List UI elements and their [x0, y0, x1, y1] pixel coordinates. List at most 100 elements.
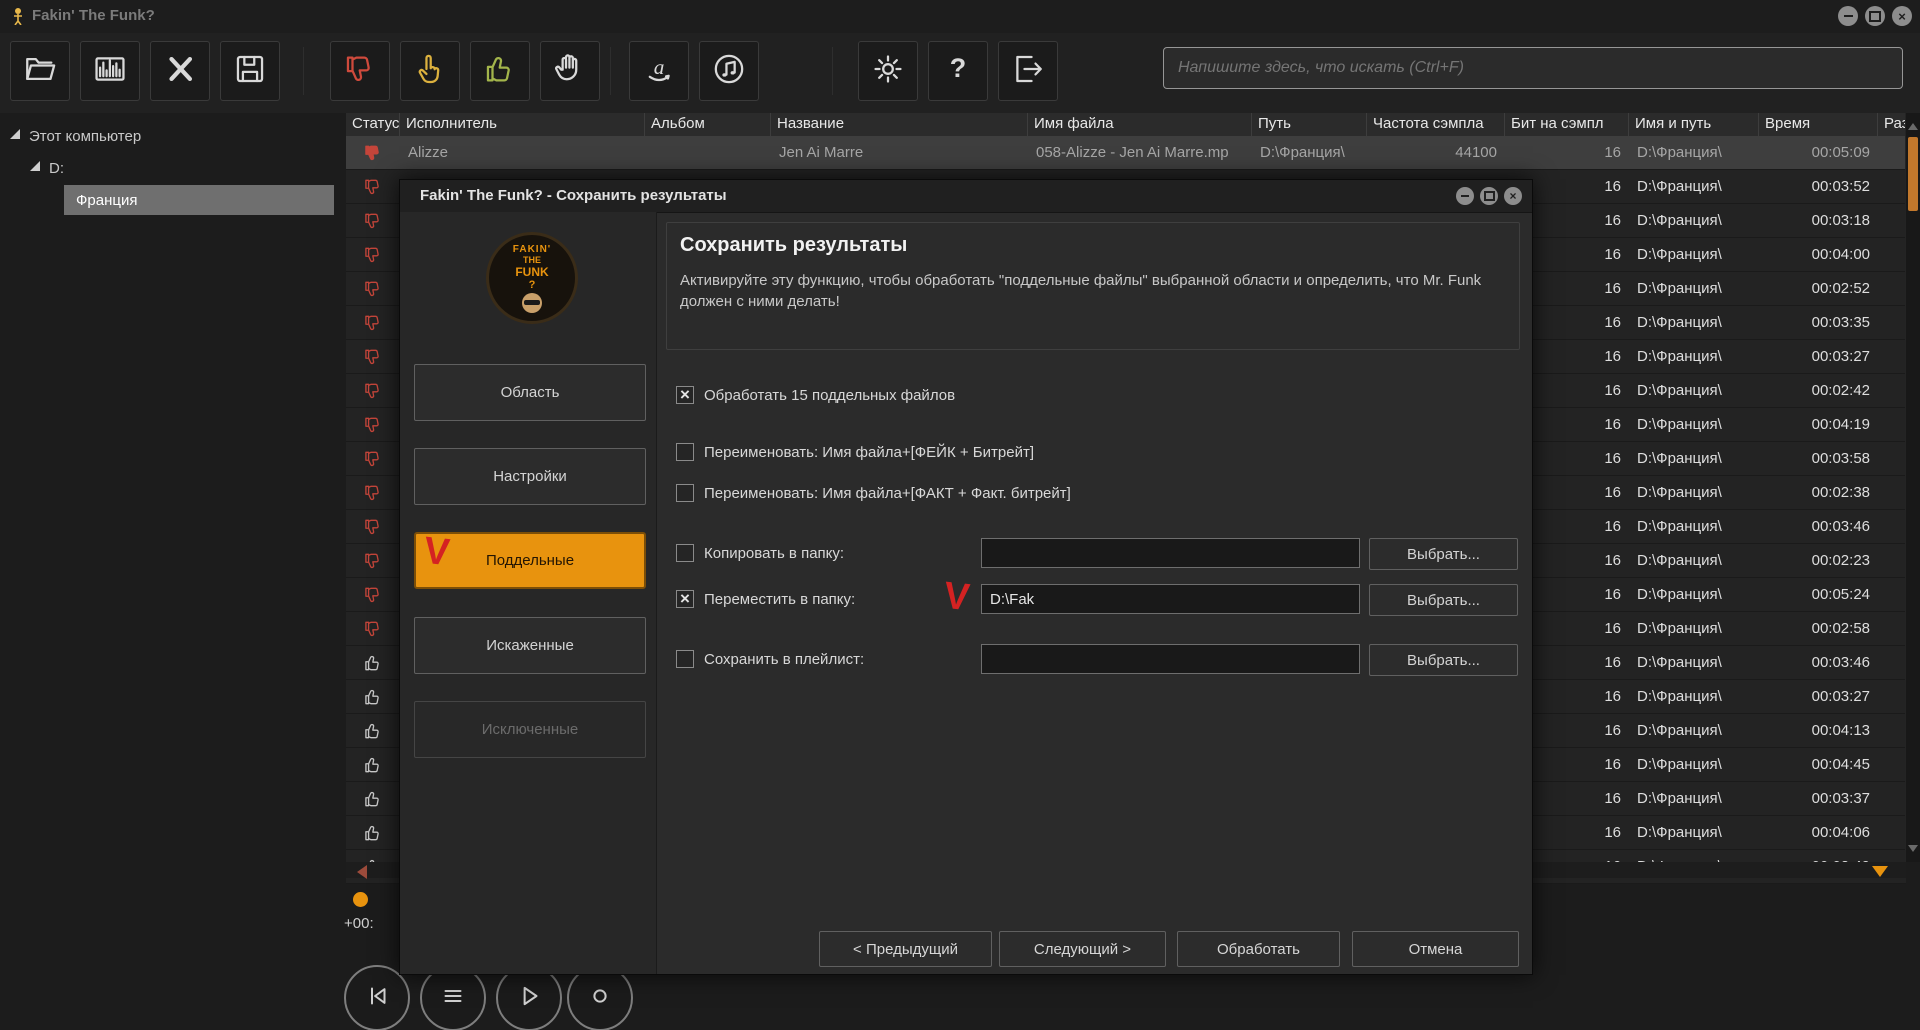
maximize-icon[interactable] [1865, 6, 1885, 26]
copy-folder-input[interactable] [981, 538, 1360, 568]
column-header-8[interactable]: Имя и путь [1629, 113, 1759, 136]
dialog-close-icon[interactable]: × [1504, 187, 1522, 205]
cancel-button[interactable]: Отмена [1352, 931, 1519, 967]
scroll-right-icon[interactable] [1872, 866, 1888, 885]
tree-item-france[interactable]: Франция [64, 185, 334, 215]
cell-name-path: D:\Франция\ [1637, 314, 1722, 331]
thumb-down-icon [346, 177, 400, 197]
cell-name-path: D:\Франция\ [1637, 212, 1722, 229]
tree-item-drive-d[interactable]: D: [30, 153, 64, 183]
move-folder-input[interactable] [981, 584, 1360, 614]
settings-button[interactable] [858, 41, 918, 101]
nav-distorted-button[interactable]: Искаженные [414, 617, 646, 674]
dialog-minimize-icon[interactable] [1456, 187, 1474, 205]
logo-text: FAKIN' [512, 243, 552, 255]
itunes-button[interactable] [699, 41, 759, 101]
option-label: Переименовать: Имя файла+[ФАКТ + Факт. б… [704, 484, 1071, 502]
cell-time: 00:02:38 [1811, 484, 1870, 501]
playlist-browse-button[interactable]: Выбрать... [1369, 644, 1518, 676]
amazon-button[interactable]: a [629, 41, 689, 101]
vertical-scrollbar[interactable] [1905, 113, 1920, 862]
browse-label: Выбрать... [1407, 591, 1480, 609]
app-window: Fakin' The Funk? × a? Этот компьютер D: Фр… [0, 0, 1920, 1030]
nav-label: Поддельные [485, 552, 575, 569]
close-icon[interactable]: × [1892, 6, 1912, 26]
scroll-up-icon[interactable] [1908, 118, 1918, 130]
column-header-6[interactable]: Частота сэмпла [1367, 113, 1505, 136]
window-title: Fakin' The Funk? [32, 7, 155, 24]
thumb-down-icon [346, 143, 400, 163]
cell-name-path: D:\Франция\ [1637, 144, 1722, 161]
app-icon [10, 7, 26, 26]
dialog-nav-panel [400, 212, 657, 974]
folder-tree: Этот компьютер D: Франция [0, 113, 346, 1030]
exit-icon [1011, 52, 1045, 91]
column-header-9[interactable]: Время [1759, 113, 1878, 136]
option-label: Сохранить в плейлист: [704, 650, 865, 668]
playlist-checkbox[interactable] [676, 650, 694, 668]
seek-slider-thumb[interactable] [353, 892, 368, 907]
mark-manual-button[interactable] [540, 41, 600, 101]
browse-label: Выбрать... [1407, 651, 1480, 669]
move-checkbox[interactable] [676, 590, 694, 608]
column-header-2[interactable]: Альбом [645, 113, 771, 136]
cell-time: 00:02:23 [1811, 552, 1870, 569]
toolbar-separator [610, 47, 611, 95]
help-button[interactable]: ? [928, 41, 988, 101]
open-folder-button[interactable] [10, 41, 70, 101]
mark-suspicious-button[interactable] [400, 41, 460, 101]
button-label: Обработать [1217, 940, 1300, 958]
dialog-maximize-icon[interactable] [1480, 187, 1498, 205]
move-browse-button[interactable]: Выбрать... [1369, 584, 1518, 616]
process-button[interactable]: Обработать [1177, 931, 1340, 967]
option-move: Переместить в папку: [676, 588, 855, 610]
scroll-left-icon[interactable] [350, 865, 367, 879]
expanded-triangle-icon[interactable] [10, 129, 20, 139]
exit-button[interactable] [998, 41, 1058, 101]
cell-time: 00:03:46 [1811, 518, 1870, 535]
column-header-3[interactable]: Название [771, 113, 1028, 136]
nav-excluded-button[interactable]: Исключенные [414, 701, 646, 758]
scroll-down-icon[interactable] [1908, 845, 1918, 857]
mark-fake-button[interactable] [330, 41, 390, 101]
thumb-down-icon [346, 551, 400, 571]
cell-title: Jen Ai Marre [779, 144, 864, 161]
option-copy: Копировать в папку: [676, 542, 844, 564]
thumbup-icon [483, 52, 517, 91]
column-header-7[interactable]: Бит на сэмпл [1505, 113, 1629, 136]
copy-browse-button[interactable]: Выбрать... [1369, 538, 1518, 570]
mark-good-button[interactable] [470, 41, 530, 101]
column-header-0[interactable]: Статус [346, 113, 400, 136]
vertical-scroll-thumb[interactable] [1908, 137, 1918, 211]
playlist-input[interactable] [981, 644, 1360, 674]
music-icon [712, 52, 746, 91]
search-input[interactable] [1163, 47, 1903, 89]
folder-icon [23, 52, 57, 91]
process-checkbox[interactable] [676, 386, 694, 404]
nav-settings-button[interactable]: Настройки [414, 448, 646, 505]
copy-checkbox[interactable] [676, 544, 694, 562]
column-header-10[interactable]: Разм [1878, 113, 1906, 136]
tree-item-computer[interactable]: Этот компьютер [10, 121, 141, 151]
button-label: < Предыдущий [853, 940, 958, 958]
rename-fake-checkbox[interactable] [676, 443, 694, 461]
previous-button[interactable]: < Предыдущий [819, 931, 992, 967]
nav-area-button[interactable]: Область [414, 364, 646, 421]
column-header-1[interactable]: Исполнитель [400, 113, 645, 136]
table-row[interactable]: Alizze Jen Ai Marre 058-Alizze - Jen Ai Ma… [346, 136, 1906, 170]
clear-list-button[interactable] [150, 41, 210, 101]
cell-name-path: D:\Франция\ [1637, 178, 1722, 195]
save-button[interactable] [220, 41, 280, 101]
minimize-icon[interactable] [1838, 6, 1858, 26]
rename-fact-checkbox[interactable] [676, 484, 694, 502]
column-header-5[interactable]: Путь [1252, 113, 1367, 136]
button-label: Следующий > [1033, 940, 1132, 958]
tree-item-label: D: [49, 159, 64, 177]
cell-time: 00:03:27 [1811, 348, 1870, 365]
expanded-triangle-icon[interactable] [30, 161, 40, 171]
column-header-4[interactable]: Имя файла [1028, 113, 1252, 136]
waveform-button[interactable] [80, 41, 140, 101]
cell-name-path: D:\Франция\ [1637, 484, 1722, 501]
cell-time: 00:02:58 [1811, 620, 1870, 637]
next-button[interactable]: Следующий > [999, 931, 1166, 967]
